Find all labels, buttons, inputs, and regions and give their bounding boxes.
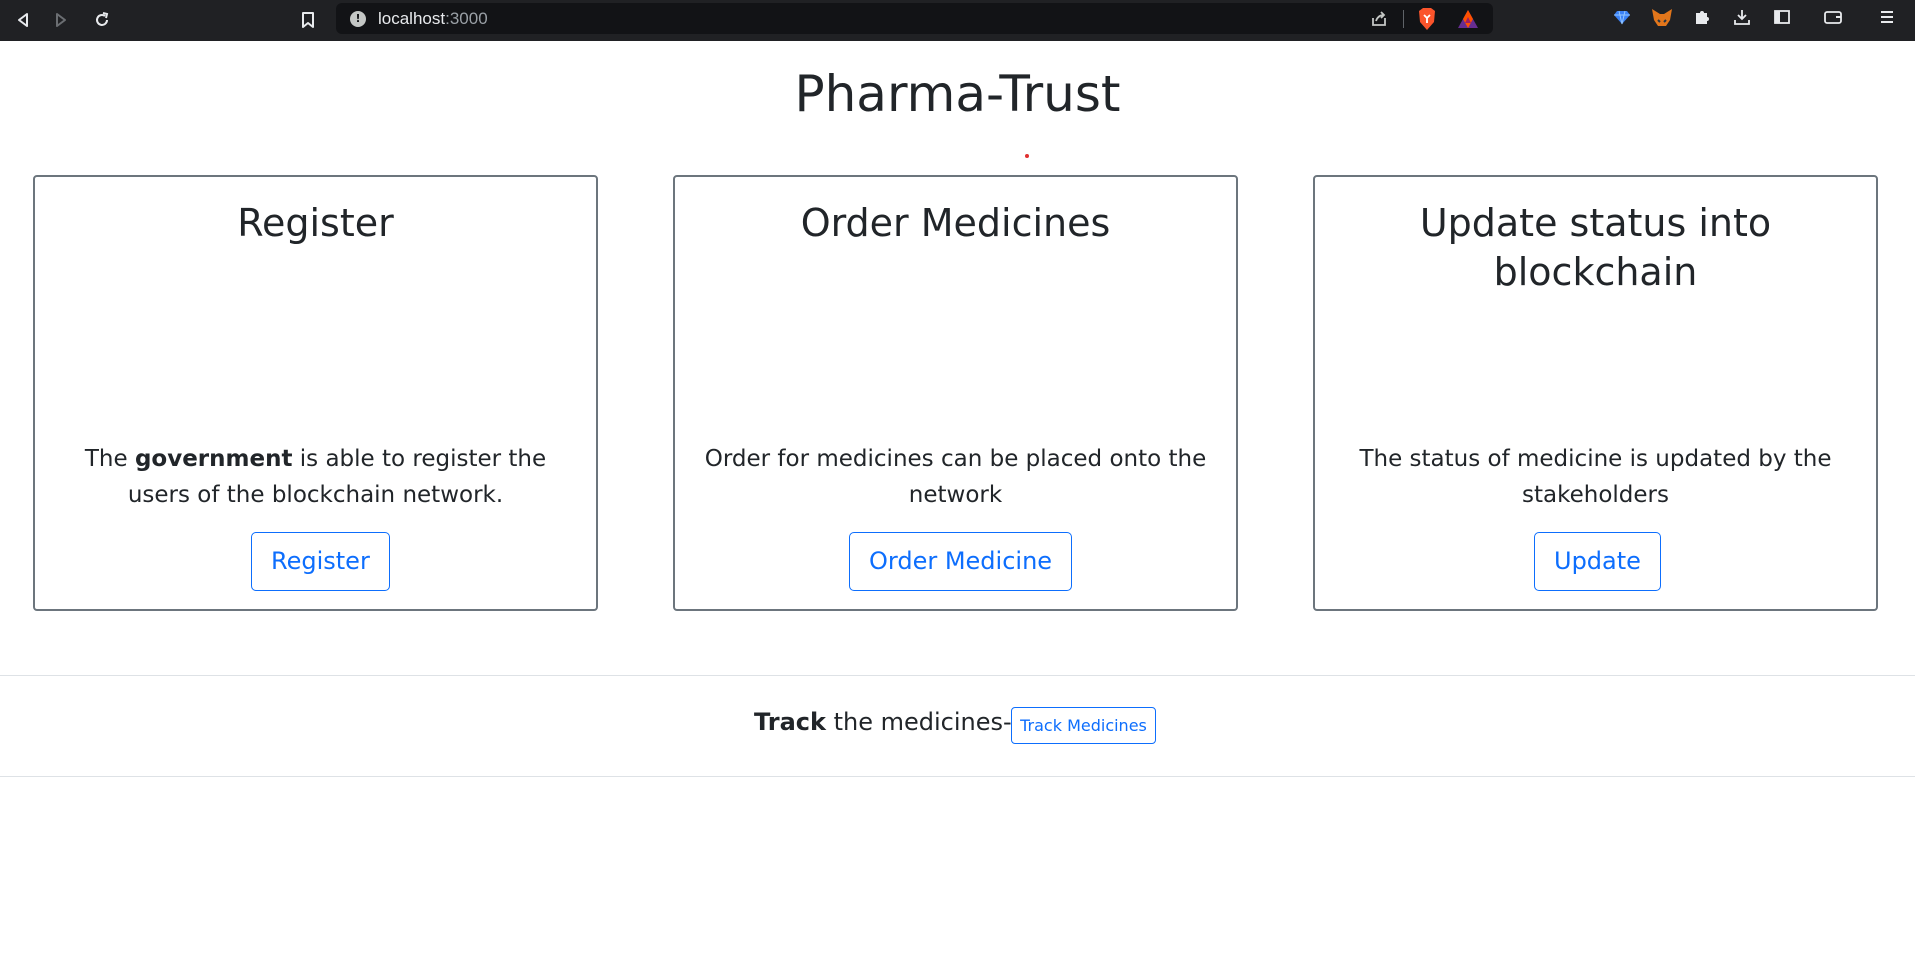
order-medicine-button[interactable]: Order Medicine: [849, 532, 1073, 591]
register-button[interactable]: Register: [251, 532, 390, 591]
site-info-icon[interactable]: !: [350, 11, 366, 27]
forward-icon[interactable]: [48, 7, 74, 33]
bookmark-icon[interactable]: [295, 7, 321, 33]
brave-rewards-icon[interactable]: [1457, 9, 1479, 33]
reload-icon[interactable]: [89, 7, 115, 33]
brave-shields-icon[interactable]: [1416, 7, 1438, 35]
order-medicines-card: Order Medicines Order for medicines can …: [673, 175, 1238, 611]
address-bar[interactable]: ! localhost:3000: [336, 3, 1493, 34]
card-text: Order for medicines can be placed onto t…: [704, 446, 1207, 508]
track-label-bold: Track: [754, 708, 826, 736]
card-title: Update status into blockchain: [1419, 201, 1772, 294]
update-button[interactable]: Update: [1534, 532, 1661, 591]
card-text: The government is able to register the u…: [55, 441, 576, 513]
metamask-icon[interactable]: [1651, 8, 1673, 32]
wallet-icon[interactable]: [1823, 8, 1843, 30]
track-label-rest: the medicines-: [825, 708, 1012, 736]
menu-icon[interactable]: [1878, 8, 1896, 30]
card-text: The status of medicine is updated by the…: [1359, 446, 1832, 508]
divider-top: [0, 675, 1915, 676]
card-text-before: The: [84, 446, 135, 472]
downloads-icon[interactable]: [1733, 8, 1751, 30]
browser-toolbar: ! localhost:3000: [0, 0, 1915, 41]
extension-gem-icon[interactable]: [1613, 8, 1631, 30]
update-status-card: Update status into blockchain The status…: [1313, 175, 1878, 611]
register-card: Register The government is able to regis…: [33, 175, 598, 611]
card-text-bold: government: [134, 446, 293, 472]
share-icon[interactable]: [1369, 9, 1389, 33]
url-separator: [1403, 10, 1404, 28]
sidebar-icon[interactable]: [1773, 8, 1791, 30]
card-title: Order Medicines: [800, 201, 1111, 245]
card-title: Register: [237, 201, 394, 245]
track-label: Track the medicines-: [754, 706, 1012, 738]
url-host: localhost: [378, 9, 446, 28]
page-title: Pharma-Trust: [794, 65, 1121, 123]
track-medicines-button[interactable]: Track Medicines: [1011, 707, 1156, 744]
divider-bottom: [0, 776, 1915, 777]
decorative-dot: [1025, 154, 1029, 158]
url-port: :3000: [445, 9, 488, 28]
url-text: localhost:3000: [378, 9, 488, 29]
back-icon[interactable]: [10, 7, 36, 33]
extensions-puzzle-icon[interactable]: [1693, 8, 1711, 30]
